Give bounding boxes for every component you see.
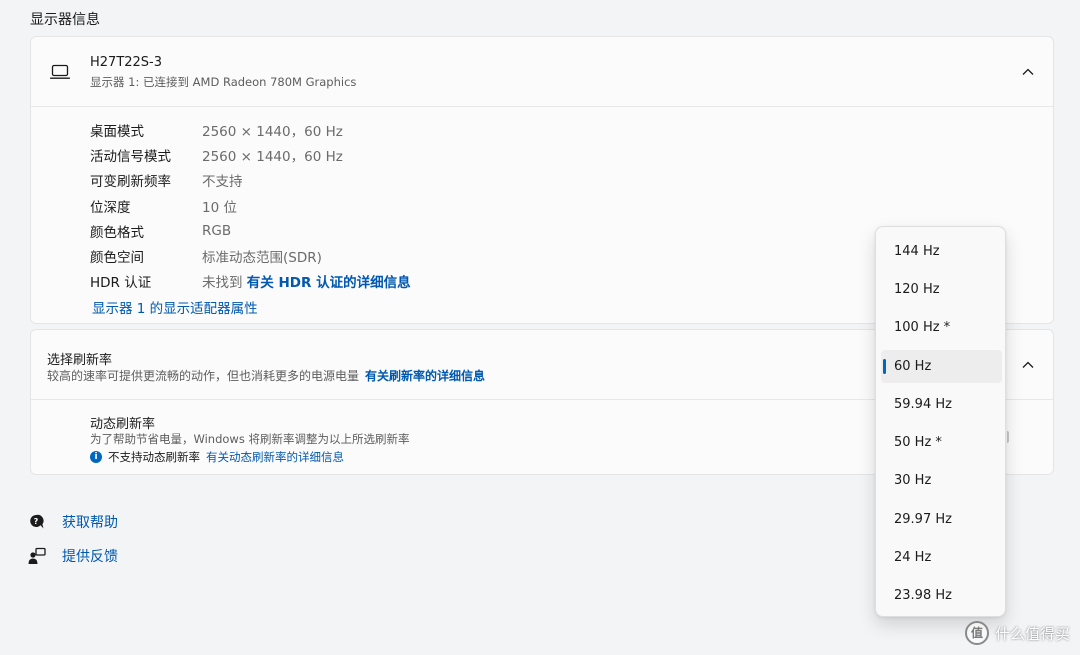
monitor-connection: 显示器 1: 已连接到 AMD Radeon 780M Graphics <box>90 75 357 89</box>
info-value: 10 位 <box>202 199 237 216</box>
info-value: 2560 × 1440，60 Hz <box>202 123 343 140</box>
monitor-name: H27T22S-3 <box>90 55 163 70</box>
dynamic-refresh-note: i 不支持动态刷新率 有关动态刷新率的详细信息 <box>90 449 344 465</box>
laptop-icon <box>50 64 70 79</box>
info-label: 颜色格式 <box>90 224 144 241</box>
info-label: 位深度 <box>90 199 131 216</box>
info-row-bit-depth: 位深度 10 位 <box>90 193 411 218</box>
watermark: 值 什么值得买 <box>964 621 1070 645</box>
refresh-option[interactable]: 29.97 Hz <box>881 503 1002 536</box>
refresh-option[interactable]: 59.94 Hz <box>881 388 1002 421</box>
refresh-option[interactable]: 100 Hz * <box>881 311 1002 344</box>
refresh-option[interactable]: 144 Hz <box>881 235 1002 268</box>
feedback-label: 提供反馈 <box>62 549 118 565</box>
dynamic-refresh-title: 动态刷新率 <box>90 417 156 432</box>
info-value: 未找到 有关 HDR 认证的详细信息 <box>202 271 411 291</box>
chevron-up-icon[interactable] <box>1021 67 1035 77</box>
dynamic-refresh-unsupported: 不支持动态刷新率 <box>108 450 200 464</box>
refresh-option[interactable]: 30 Hz <box>881 464 1002 497</box>
info-value: 2560 × 1440，60 Hz <box>202 148 343 165</box>
watermark-logo-icon: 值 <box>964 621 989 645</box>
info-row-active-signal: 活动信号模式 2560 × 1440，60 Hz <box>90 142 411 167</box>
info-label: 可变刷新频率 <box>90 174 171 191</box>
info-row-color-space: 颜色空间 标准动态范围(SDR) <box>90 243 411 268</box>
refresh-details-link[interactable]: 有关刷新率的详细信息 <box>365 369 485 383</box>
info-icon: i <box>90 451 102 463</box>
refresh-option[interactable]: 120 Hz <box>881 273 1002 306</box>
info-row-hdr: HDR 认证 未找到 有关 HDR 认证的详细信息 <box>90 269 411 294</box>
help-chat-icon: ? <box>30 514 44 529</box>
info-row-vrr: 可变刷新频率 不支持 <box>90 168 411 193</box>
info-row-desktop-mode: 桌面模式 2560 × 1440，60 Hz <box>90 117 411 142</box>
hdr-status: 未找到 <box>202 275 243 292</box>
info-label: 活动信号模式 <box>90 148 171 165</box>
refresh-description: 较高的速率可提供更流畅的动作，但也消耗更多的电源电量 有关刷新率的详细信息 <box>47 367 485 384</box>
refresh-option[interactable]: 50 Hz * <box>881 426 1002 459</box>
info-label: HDR 认证 <box>90 275 152 292</box>
dynamic-refresh-details-link[interactable]: 有关动态刷新率的详细信息 <box>206 449 344 465</box>
feedback-link[interactable]: 提供反馈 <box>28 546 118 566</box>
info-label: 桌面模式 <box>90 123 144 140</box>
feedback-person-icon <box>28 547 46 564</box>
get-help-label: 获取帮助 <box>62 515 118 531</box>
refresh-option[interactable]: 24 Hz <box>881 541 1002 574</box>
info-value: RGB <box>202 222 232 239</box>
hdr-details-link[interactable]: 有关 HDR 认证的详细信息 <box>247 275 411 291</box>
get-help-link[interactable]: ? 获取帮助 <box>28 512 118 532</box>
svg-text:?: ? <box>34 517 39 526</box>
section-title: 显示器信息 <box>30 12 100 28</box>
watermark-text: 什么值得买 <box>994 624 1070 643</box>
monitor-info-list: 桌面模式 2560 × 1440，60 Hz 活动信号模式 2560 × 144… <box>90 117 411 294</box>
info-value: 不支持 <box>202 174 243 191</box>
adapter-properties-link[interactable]: 显示器 1 的显示适配器属性 <box>92 297 258 317</box>
monitor-header[interactable]: H27T22S-3 显示器 1: 已连接到 AMD Radeon 780M Gr… <box>31 37 1053 107</box>
refresh-option[interactable]: 23.98 Hz <box>881 579 1002 612</box>
chevron-up-icon[interactable] <box>1021 360 1035 370</box>
dynamic-refresh-description: 为了帮助节省电量，Windows 将刷新率调整为以上所选刷新率 <box>90 432 410 446</box>
refresh-title: 选择刷新率 <box>47 353 113 368</box>
refresh-rate-dropdown[interactable]: 144 Hz 120 Hz 100 Hz * 60 Hz 59.94 Hz 50… <box>875 226 1006 617</box>
refresh-description-text: 较高的速率可提供更流畅的动作，但也消耗更多的电源电量 <box>47 369 360 383</box>
info-row-color-format: 颜色格式 RGB <box>90 218 411 243</box>
refresh-option-selected[interactable]: 60 Hz <box>881 349 1002 383</box>
info-label: 颜色空间 <box>90 250 144 267</box>
info-value: 标准动态范围(SDR) <box>202 250 322 267</box>
